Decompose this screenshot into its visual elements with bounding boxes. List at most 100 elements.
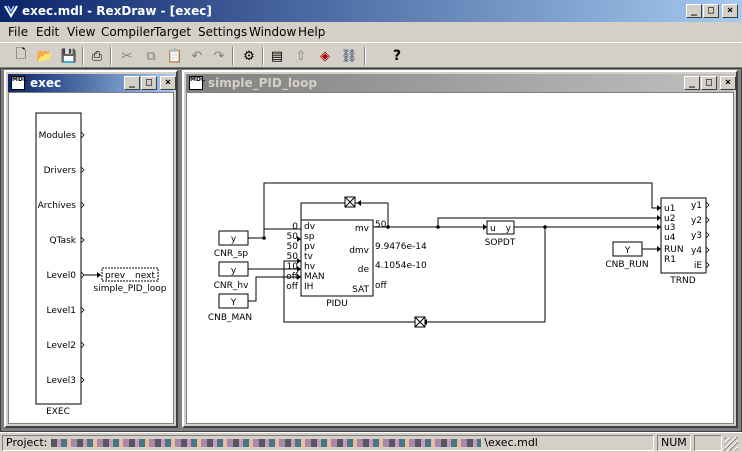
pidu-input-hv: hv	[304, 262, 316, 272]
exec-output-archives: Archives	[38, 201, 77, 211]
exec-diagram: EXEC Modules Drivers Archives QTask Leve…	[35, 112, 167, 417]
exec-window-title: exec	[30, 76, 62, 90]
model-document-icon: MDL	[11, 76, 27, 90]
menu-edit[interactable]: Edit	[36, 25, 59, 39]
pid-maximize-button[interactable]: □	[701, 76, 717, 90]
trnd-output-y2: y2	[691, 216, 702, 226]
resize-grip-icon[interactable]	[724, 437, 738, 451]
cnr-sp-output-label: y	[231, 235, 237, 245]
trnd-input-r1: R1	[664, 255, 676, 265]
pidu-value-mv: 50	[375, 220, 387, 230]
status-project-path: \exec.mdl	[484, 436, 538, 449]
pidu-output-sat: SAT	[352, 285, 369, 295]
pidu-value-pv: 50	[287, 242, 299, 252]
pidu-input-ih: IH	[304, 282, 313, 292]
trnd-input-u4: u4	[664, 233, 676, 243]
copy-icon[interactable]: ⧉	[140, 46, 162, 66]
cnb-man-name: CNB_MAN	[208, 313, 252, 323]
pid-canvas[interactable]: y CNR_sp y CNR_hv Y CNB_MAN dv sp pv tv …	[186, 92, 734, 424]
trnd-input-run: RUN	[664, 245, 684, 255]
pidu-input-dv: dv	[304, 222, 316, 232]
pidu-value-tv: 50	[287, 252, 299, 262]
pid-loop-window: MDL simple_PID_loop _ □ × y CNR_sp y CNR…	[182, 70, 738, 428]
help-icon[interactable]: ?	[386, 46, 408, 66]
exec-window-titlebar[interactable]: MDL exec _ □ ×	[8, 74, 176, 92]
exec-close-button[interactable]: ×	[160, 76, 176, 90]
pidu-value-hv: 10	[287, 262, 299, 272]
watch-icon[interactable]: ◈	[314, 46, 336, 66]
task-next-label: next	[135, 271, 155, 281]
menu-view[interactable]: View	[67, 25, 95, 39]
exec-window: MDL exec _ □ × EXEC Modules Drivers Arch…	[4, 70, 178, 428]
exec-output-level2: Level2	[47, 341, 76, 351]
status-project-pane: Project: \exec.mdl	[2, 435, 654, 451]
connect-icon[interactable]: ⛓	[338, 46, 360, 66]
trnd-output-ie: iE	[694, 261, 703, 271]
pidu-value-dmv: 9.9476e-14	[375, 242, 427, 252]
trnd-output-y3: y3	[691, 231, 702, 241]
sopdt-name: SOPDT	[485, 238, 516, 248]
pidu-value-dv: 0	[292, 222, 298, 232]
minimize-button[interactable]: _	[686, 4, 702, 18]
trnd-input-u1: u1	[664, 204, 675, 214]
exec-canvas[interactable]: EXEC Modules Drivers Archives QTask Leve…	[8, 92, 174, 424]
pid-diagram: y CNR_sp y CNR_hv Y CNB_MAN dv sp pv tv …	[208, 182, 710, 328]
wire-arrow	[97, 272, 101, 278]
sopdt-input-u: u	[490, 224, 496, 234]
delay-block[interactable]	[344, 196, 356, 208]
cnb-man-output-label: Y	[230, 298, 237, 308]
pid-close-button[interactable]: ×	[720, 76, 736, 90]
pidu-value-man: off	[286, 272, 299, 282]
print-icon[interactable]: ⎙	[86, 46, 108, 66]
pidu-output-values: 50 9.9476e-14 4.1054e-10 off	[375, 220, 427, 291]
exec-output-modules: Modules	[39, 131, 77, 141]
compile-icon[interactable]: ⚙	[238, 46, 260, 66]
exec-maximize-button[interactable]: □	[141, 76, 157, 90]
model-document-icon: MDL	[189, 76, 205, 90]
pidu-input-pv: pv	[304, 242, 316, 252]
task-prev-label: prev	[105, 271, 126, 281]
menu-file[interactable]: File	[8, 25, 28, 39]
exec-block[interactable]	[35, 112, 82, 405]
new-file-icon[interactable]: 🗋	[10, 46, 32, 66]
cnb-run-output-label: Y	[624, 246, 631, 256]
cnb-run-name: CNB_RUN	[605, 260, 648, 270]
exec-minimize-button[interactable]: _	[124, 76, 140, 90]
pidu-value-ih: off	[286, 282, 299, 292]
maximize-button[interactable]: □	[703, 4, 719, 18]
menu-settings[interactable]: Settings	[198, 25, 247, 39]
pidu-input-tv: tv	[304, 252, 314, 262]
paste-icon[interactable]: 📋	[164, 46, 186, 66]
close-button[interactable]: ×	[722, 4, 738, 18]
delay-block[interactable]	[414, 316, 426, 328]
open-folder-icon[interactable]: 📂	[34, 46, 56, 66]
pid-minimize-button[interactable]: _	[684, 76, 700, 90]
status-bar: Project: \exec.mdl NUM	[0, 432, 742, 452]
pidu-output-dmv: dmv	[349, 246, 369, 256]
toolbar-separator	[232, 47, 234, 65]
pid-window-title: simple_PID_loop	[208, 76, 318, 90]
menu-help[interactable]: Help	[298, 25, 325, 39]
diagnostics-icon[interactable]: ▤	[266, 46, 288, 66]
window-title: exec.mdl - RexDraw - [exec]	[22, 4, 212, 18]
undo-icon[interactable]: ↶	[186, 46, 208, 66]
pid-window-titlebar[interactable]: MDL simple_PID_loop _ □ ×	[186, 74, 736, 92]
save-icon[interactable]: 💾	[58, 46, 80, 66]
menu-compiler[interactable]: Compiler	[101, 25, 155, 39]
redo-icon[interactable]: ↷	[208, 46, 230, 66]
cut-icon[interactable]: ✂	[116, 46, 138, 66]
menu-window[interactable]: Window	[249, 25, 296, 39]
trnd-name: TRND	[669, 276, 695, 286]
exec-output-level1: Level1	[47, 306, 76, 316]
cnr-hv-output-label: y	[231, 266, 237, 276]
menu-target[interactable]: Target	[154, 25, 191, 39]
pidu-input-values: 0 50 50 50 10 off off	[286, 222, 299, 292]
status-project-label: Project:	[6, 436, 48, 449]
toolbar-separator	[262, 47, 264, 65]
pidu-value-sp: 50	[287, 232, 299, 242]
exec-output-level0: Level0	[47, 271, 77, 281]
title-bar: exec.mdl - RexDraw - [exec] _ □ ×	[0, 0, 742, 22]
pidu-value-sat: off	[375, 281, 388, 291]
upload-icon[interactable]: ⇧	[290, 46, 312, 66]
trnd-output-y1: y1	[691, 201, 702, 211]
